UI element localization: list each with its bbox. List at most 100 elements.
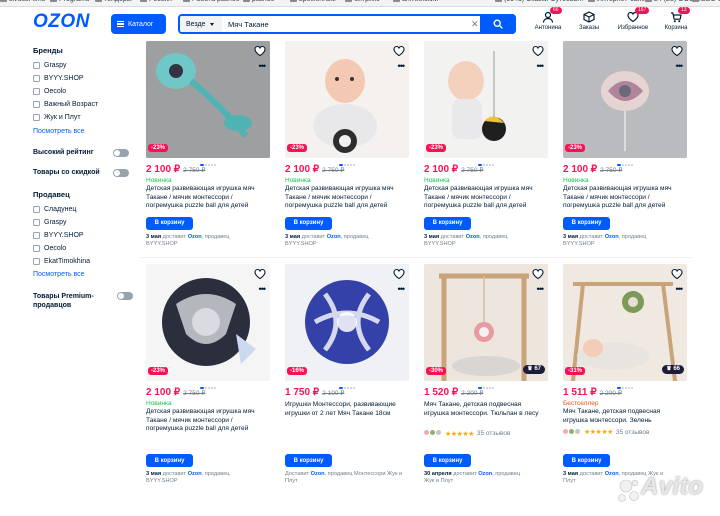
checkbox-icon[interactable] (33, 75, 40, 82)
product-image[interactable] (146, 41, 270, 158)
filter-checkbox[interactable]: BYYY.SHOP (33, 75, 84, 82)
nav-box[interactable]: Заказы (567, 11, 611, 31)
toggle-switch[interactable] (117, 292, 133, 300)
add-to-cart-button[interactable]: В корзину (146, 454, 193, 467)
nav-user[interactable]: 66 Антонина (526, 7, 570, 31)
filter-checkbox[interactable]: BYYY.SHOP (33, 232, 84, 239)
add-to-cart-button[interactable]: В корзину (563, 216, 610, 230)
product-image[interactable] (285, 264, 409, 381)
product-image[interactable] (563, 264, 687, 381)
heart-icon[interactable] (671, 45, 683, 57)
search-scope-select[interactable]: Везде (180, 16, 222, 32)
catalog-button[interactable]: Каталог (111, 14, 166, 34)
product-image[interactable] (146, 264, 270, 381)
bookmark-item[interactable]: битрикс (345, 0, 380, 3)
more-options-icon[interactable]: ••• (259, 62, 267, 71)
checkbox-icon[interactable] (33, 232, 40, 239)
nav-cart[interactable]: 13 Корзина (654, 7, 698, 31)
bookmark-item[interactable]: временные (290, 0, 336, 3)
more-options-icon[interactable]: ••• (537, 62, 545, 71)
bookmark-item[interactable]: BBC-Серв (692, 0, 720, 3)
nav-heart[interactable]: 167 Избранное (611, 7, 655, 31)
more-options-icon[interactable]: ••• (398, 285, 406, 294)
checkbox-icon[interactable] (33, 219, 40, 226)
filter-checkbox[interactable]: Жук и Плут (33, 114, 81, 121)
filter-checkbox[interactable]: Graspy (33, 219, 67, 226)
seller-name[interactable]: BYYY.SHOP (424, 241, 456, 247)
seller-name[interactable]: BYYY.SHOP (563, 241, 595, 247)
product-title[interactable]: Детская развивающая игрушка мяч Такане /… (146, 185, 270, 211)
product-image[interactable] (285, 41, 409, 158)
seller-name[interactable]: BYYY.SHOP (146, 478, 178, 484)
brands-show-all-link[interactable]: Посмотреть все (33, 128, 85, 135)
add-to-cart-button[interactable]: В корзину (285, 454, 332, 467)
checkbox-icon[interactable] (33, 245, 40, 252)
filter-checkbox[interactable]: Сладунец (33, 206, 76, 213)
clear-icon[interactable]: ✕ (471, 19, 479, 29)
checkbox-icon[interactable] (33, 114, 40, 121)
product-image[interactable] (424, 264, 548, 381)
heart-icon[interactable] (532, 268, 544, 280)
product-title[interactable]: Детская развивающая игрушка мяч Такане /… (146, 408, 270, 434)
more-options-icon[interactable]: ••• (676, 62, 684, 71)
bookmark-item[interactable]: Programs (50, 0, 89, 3)
filter-checkbox[interactable]: Graspy (33, 62, 67, 69)
add-to-cart-button[interactable]: В корзину (424, 454, 471, 467)
bookmark-item[interactable]: (9941) Сказки Сутеева... (495, 0, 583, 3)
sellers-show-all-link[interactable]: Посмотреть все (33, 271, 85, 278)
product-image[interactable] (563, 41, 687, 158)
checkbox-icon[interactable] (33, 206, 40, 213)
bookmark-item[interactable]: Интернет-банк (588, 0, 645, 3)
bookmark-item[interactable]: Работа разное (183, 0, 240, 3)
discount-toggle[interactable]: Товары со скидкой (33, 169, 133, 177)
product-title[interactable]: Детская развивающая игрушка мяч Такане /… (424, 185, 548, 211)
bookmark-item[interactable]: Россия (140, 0, 172, 3)
toggle-switch[interactable] (113, 149, 129, 157)
heart-icon[interactable] (393, 45, 405, 57)
bookmark-item[interactable]: sivussFilms (0, 0, 45, 3)
checkbox-icon[interactable] (33, 258, 40, 265)
filter-checkbox[interactable]: EkatTimokhina (33, 258, 90, 265)
add-to-cart-button[interactable]: В корзину (563, 454, 610, 467)
product-title[interactable]: Детская развивающая игрушка мяч Такане /… (563, 185, 687, 211)
checkbox-icon[interactable] (33, 88, 40, 95)
more-options-icon[interactable]: ••• (259, 285, 267, 294)
heart-icon[interactable] (393, 268, 405, 280)
reviews-count[interactable]: 35 отзывов (477, 430, 511, 437)
more-options-icon[interactable]: ••• (398, 62, 406, 71)
bookmark-item[interactable]: разное (243, 0, 275, 3)
seller-name[interactable]: BYYY.SHOP (146, 241, 178, 247)
bookmark-item[interactable]: тендеры (95, 0, 132, 3)
more-options-icon[interactable]: ••• (537, 285, 545, 294)
seller-name[interactable]: Плут (563, 478, 576, 484)
high-rating-toggle[interactable]: Высокий рейтинг (33, 149, 133, 157)
product-title[interactable]: Мяч Такане, детская подвесная игрушка мо… (424, 401, 548, 418)
product-title[interactable]: Игрушки Монтессори, развивающие игрушки … (285, 401, 409, 418)
bookmark-item[interactable]: английский (393, 0, 438, 3)
more-options-icon[interactable]: ••• (676, 285, 684, 294)
seller-name[interactable]: BYYY.SHOP (285, 241, 317, 247)
search-input[interactable] (226, 16, 466, 32)
filter-checkbox[interactable]: Важный Возраст (33, 101, 98, 108)
heart-icon[interactable] (254, 268, 266, 280)
box-icon (583, 11, 595, 25)
product-image[interactable] (424, 41, 548, 158)
checkbox-icon[interactable] (33, 62, 40, 69)
product-title[interactable]: Детская развивающая игрушка мяч Такане /… (285, 185, 409, 211)
filter-checkbox[interactable]: Oecolo (33, 245, 66, 252)
heart-icon[interactable] (671, 268, 683, 280)
checkbox-icon[interactable] (33, 101, 40, 108)
add-to-cart-button[interactable]: В корзину (285, 216, 332, 230)
reviews-count[interactable]: 35 отзывов (616, 429, 650, 436)
seller-name[interactable]: Жук и Плут (424, 478, 453, 484)
add-to-cart-button[interactable]: В корзину (424, 216, 471, 230)
premium-toggle[interactable]: Товары Premium-продавцов (33, 292, 133, 310)
product-title[interactable]: Мяч Такане, детская подвесная игрушка мо… (563, 408, 687, 425)
toggle-switch[interactable] (113, 169, 129, 177)
heart-icon[interactable] (532, 45, 544, 57)
add-to-cart-button[interactable]: В корзину (146, 216, 193, 230)
search-button[interactable] (480, 14, 516, 34)
heart-icon[interactable] (254, 45, 266, 57)
filter-checkbox[interactable]: Oecolo (33, 88, 66, 95)
ozon-logo[interactable]: OZON (33, 11, 90, 33)
